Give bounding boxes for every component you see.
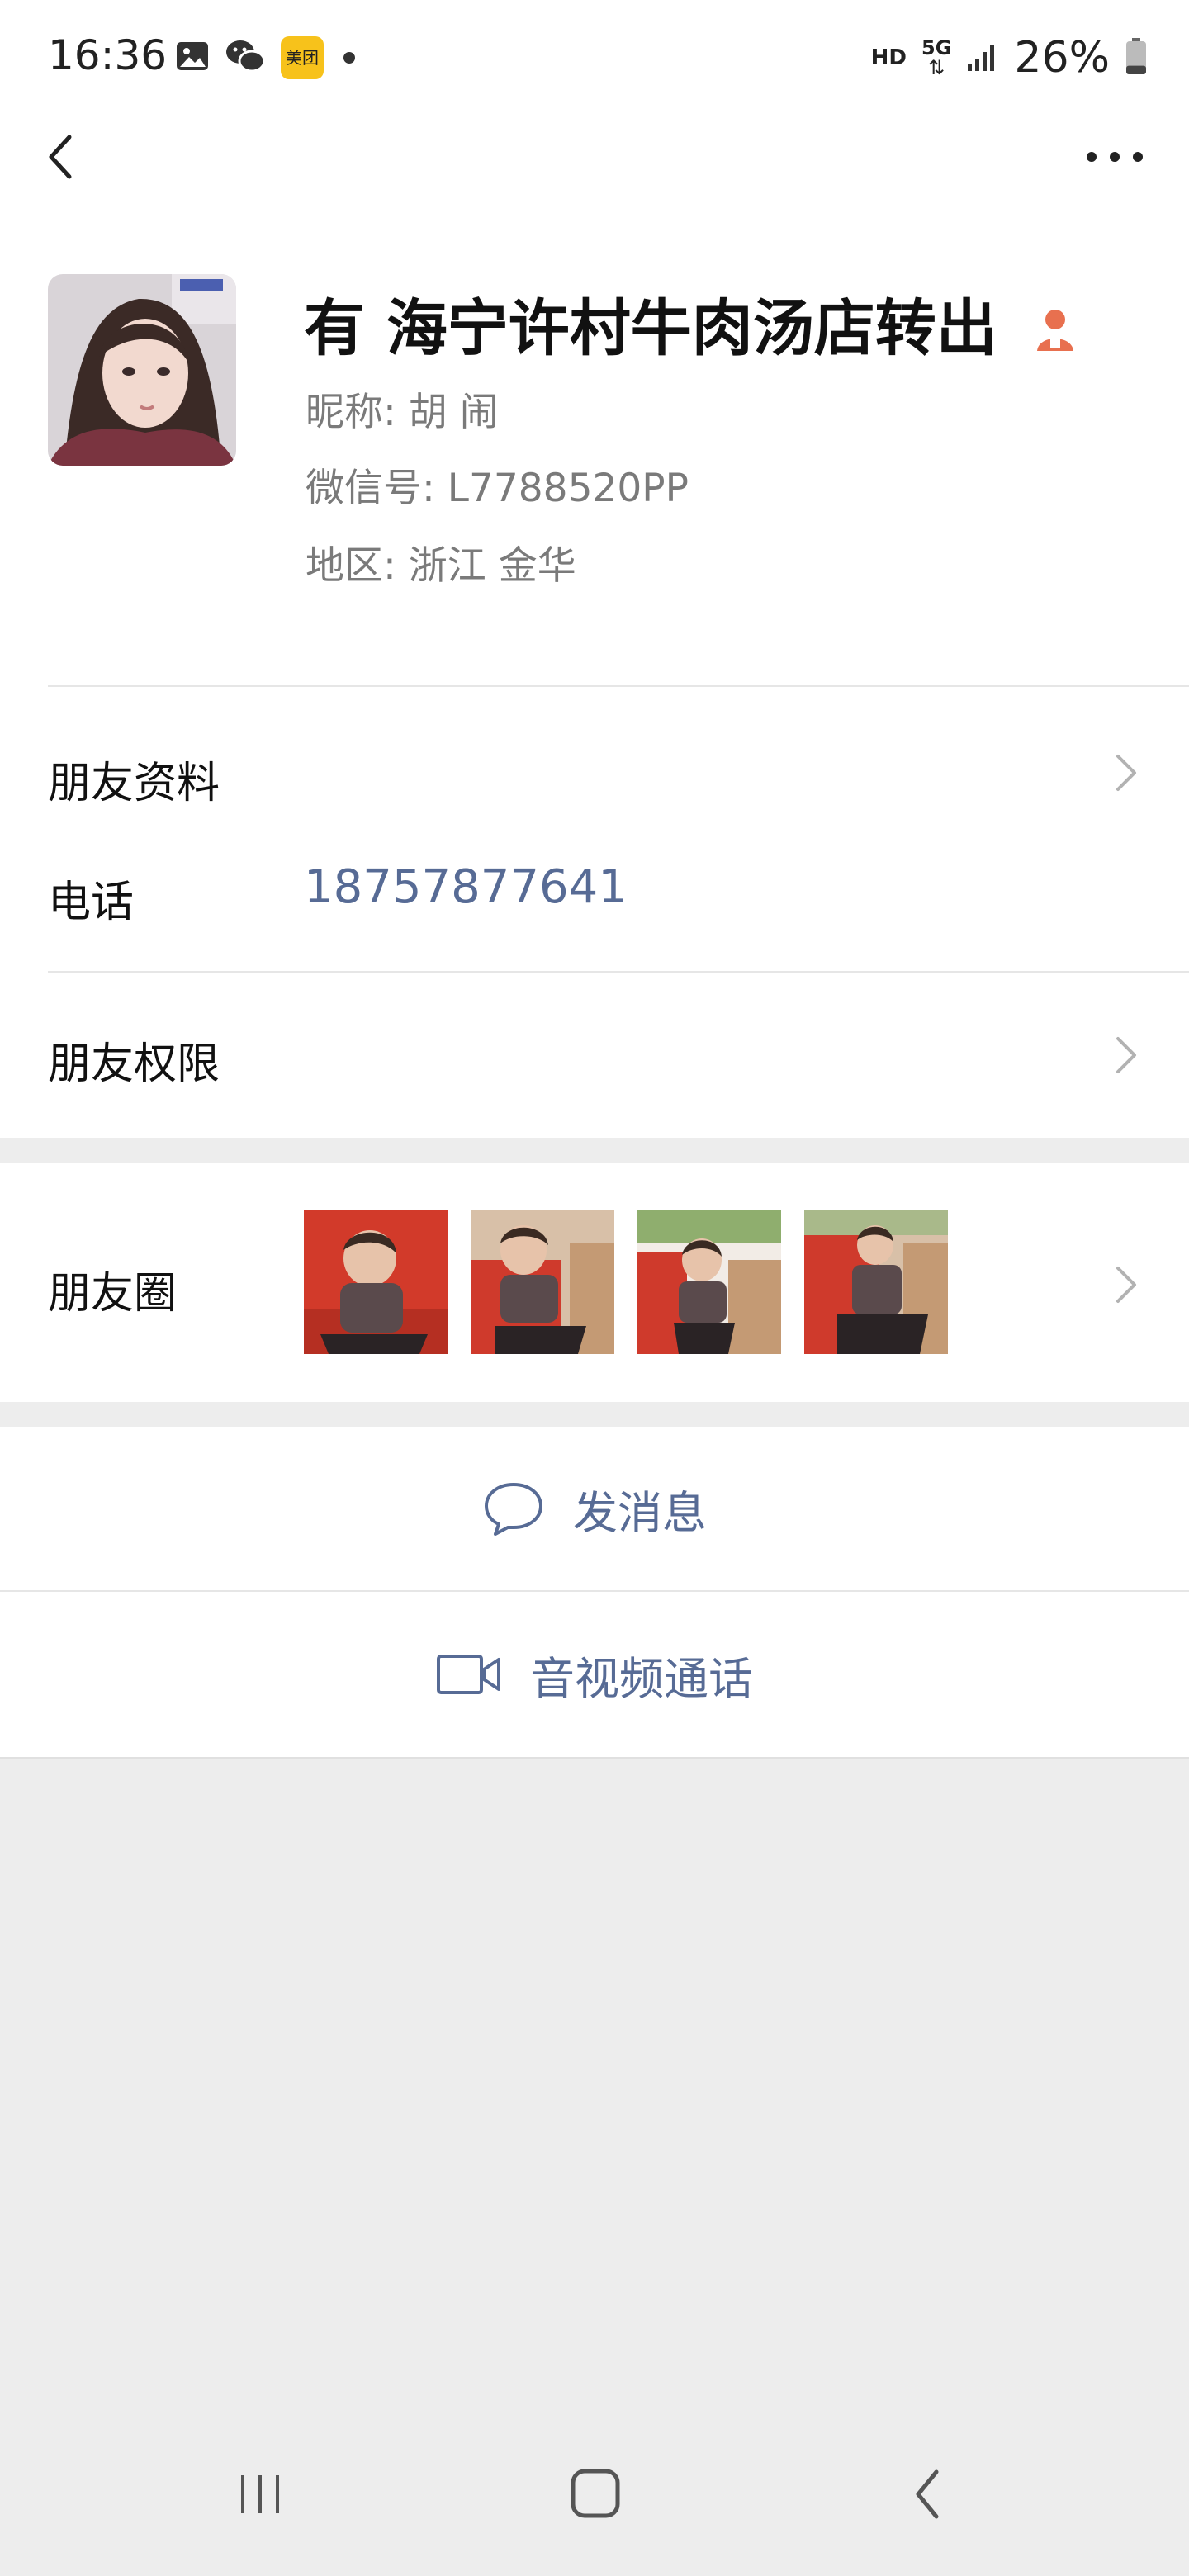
back-button[interactable]: [33, 124, 99, 190]
status-right-icons: HD 5G ⇅ 26%: [871, 33, 1148, 83]
hd-label: HD: [870, 45, 907, 70]
profile-name: 有 海宁许村牛肉汤店转出: [304, 279, 1077, 367]
permissions-row[interactable]: 朋友权限: [0, 973, 1189, 1138]
battery-icon: [1125, 37, 1148, 78]
dot-icon: [343, 52, 355, 64]
network-label: 5G: [921, 36, 952, 59]
signal-icon: [966, 40, 999, 76]
friend-profile-row[interactable]: 朋友资料: [0, 685, 1189, 826]
phone-row: 电话 18757877641: [0, 826, 1189, 971]
video-camera-icon: [437, 1655, 500, 1694]
more-dots-icon: [1087, 152, 1143, 162]
moments-label: 朋友圈: [48, 1269, 178, 1319]
phone-label: 电话: [48, 878, 135, 927]
gallery-icon: [175, 39, 210, 77]
permissions-label: 朋友权限: [48, 1039, 220, 1089]
moments-photo[interactable]: [304, 1210, 448, 1354]
meituan-icon: 美团: [281, 36, 324, 79]
recent-apps-icon: [241, 2475, 279, 2513]
moments-photo[interactable]: [637, 1210, 781, 1354]
home-icon: [571, 2469, 620, 2518]
system-nav-bar: [0, 2427, 1189, 2576]
back-arrow-icon: [916, 2469, 939, 2519]
send-message-label: 发消息: [573, 1486, 707, 1539]
chat-bubble-icon: [485, 1483, 542, 1536]
nav-header: [0, 107, 1189, 206]
user-tag-icon[interactable]: [1034, 296, 1077, 367]
moments-photo[interactable]: [804, 1210, 948, 1354]
nickname-text: 昵称: 胡 闹: [306, 390, 499, 435]
home-button[interactable]: [558, 2465, 632, 2523]
status-left-icons: 美团: [175, 36, 355, 79]
moments-photo[interactable]: [471, 1210, 614, 1354]
network-5g: 5G ⇅: [921, 38, 951, 78]
divider: [0, 1757, 1189, 1759]
profile-name-text: 有 海宁许村牛肉汤店转出: [304, 293, 997, 364]
video-call-label: 音视频通话: [530, 1652, 753, 1705]
phone-value[interactable]: 18757877641: [304, 860, 628, 914]
chevron-right-icon: [1116, 755, 1136, 791]
chevron-right-icon: [1116, 1037, 1136, 1073]
battery-percent: 26%: [1014, 33, 1110, 83]
chevron-left-icon: [49, 135, 72, 179]
avatar[interactable]: [48, 274, 236, 466]
recent-apps-button[interactable]: [223, 2465, 297, 2523]
wechat-id-text: 微信号: L7788520PP: [306, 466, 689, 511]
wechat-icon: [225, 38, 266, 78]
friend-profile-label: 朋友资料: [48, 759, 220, 808]
status-bar: 16:36 美团 HD 5G ⇅ 26%: [0, 0, 1189, 107]
video-call-button[interactable]: 音视频通话: [0, 1592, 1189, 1757]
transfer-arrows-icon: ⇅: [928, 56, 945, 79]
region-text: 地区: 浙江 金华: [306, 543, 576, 589]
info-section: 朋友资料 电话 18757877641 朋友权限: [0, 685, 1189, 1138]
profile-card: 有 海宁许村牛肉汤店转出 昵称: 胡 闹 微信号: L7788520PP 地区:…: [0, 206, 1189, 685]
system-back-button[interactable]: [892, 2465, 966, 2523]
chevron-right-icon: [1116, 1267, 1136, 1303]
status-time: 16:36: [48, 31, 168, 79]
more-button[interactable]: [1073, 124, 1156, 190]
send-message-button[interactable]: 发消息: [0, 1427, 1189, 1590]
